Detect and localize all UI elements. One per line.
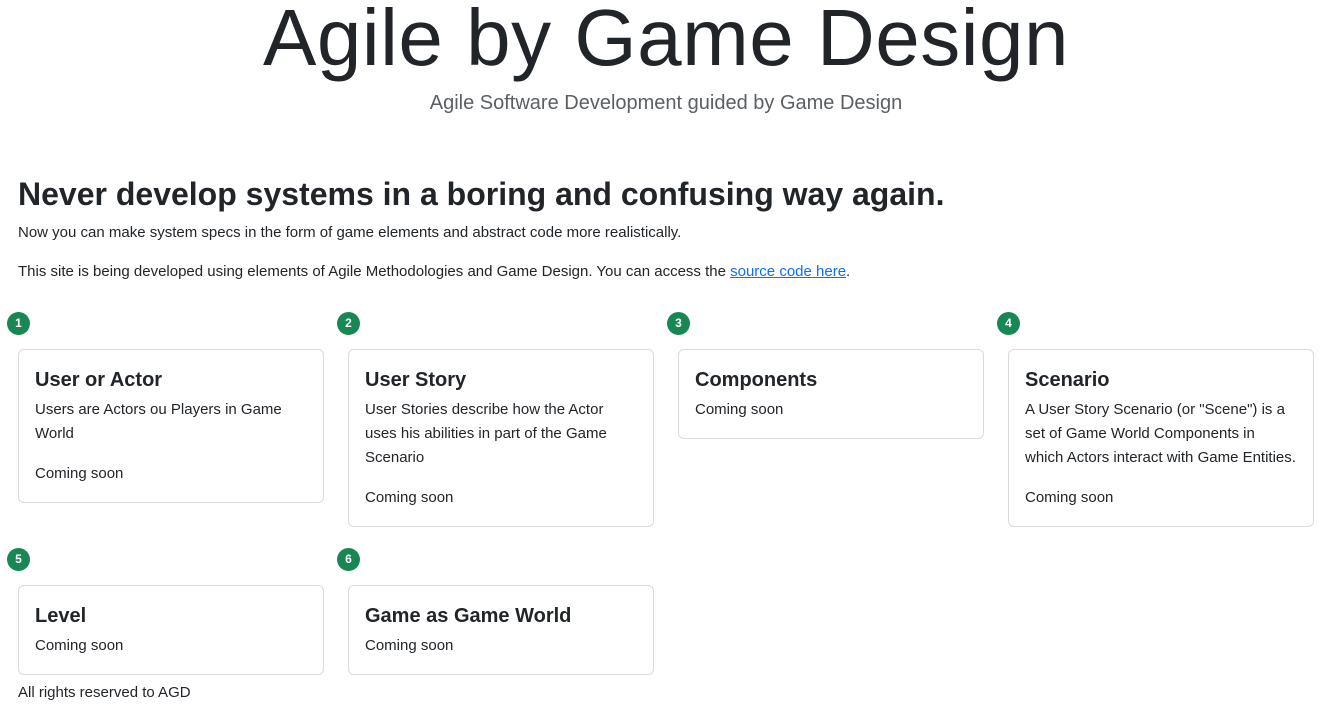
card-description: A User Story Scenario (or "Scene") is a … — [1025, 401, 1296, 466]
card-title: Components — [695, 369, 818, 391]
card-title: User Story — [365, 369, 467, 391]
card-game-world: Game as Game World Coming soon — [348, 585, 654, 675]
card-status: Coming soon — [365, 637, 454, 654]
intro-lead: Now you can make system specs in the for… — [18, 224, 682, 241]
site-subtitle: Agile Software Development guided by Gam… — [429, 92, 903, 114]
card-status: Coming soon — [695, 401, 784, 418]
card-title: Scenario — [1025, 369, 1110, 391]
card-scenario: Scenario A User Story Scenario (or "Scen… — [1008, 349, 1314, 527]
intro-info: This site is being developed using eleme… — [18, 262, 850, 282]
card-title: Level — [35, 605, 87, 627]
card-number-badge: 3 — [667, 312, 690, 335]
source-code-link[interactable]: source code here — [730, 263, 846, 280]
card-number-badge: 4 — [997, 312, 1020, 335]
card-level: Level Coming soon — [18, 585, 324, 675]
card-number-badge: 5 — [7, 548, 30, 571]
intro-info-suffix: . — [846, 263, 851, 280]
card-status: Coming soon — [35, 637, 124, 654]
card-title: User or Actor — [35, 369, 163, 391]
card-status: Coming soon — [35, 465, 124, 482]
intro-headline: Never develop systems in a boring and co… — [18, 176, 945, 212]
card-number-badge: 6 — [337, 548, 360, 571]
card-description: Users are Actors ou Players in Game Worl… — [35, 401, 282, 442]
card-components: Components Coming soon — [678, 349, 984, 439]
card-number-badge: 1 — [7, 312, 30, 335]
card-description: User Stories describe how the Actor uses… — [365, 401, 607, 466]
page: Agile by Game Design Agile Software Deve… — [0, 0, 1324, 725]
card-status: Coming soon — [1025, 489, 1114, 506]
footer-text: All rights reserved to AGD — [18, 684, 191, 701]
intro-info-text: This site is being developed using eleme… — [18, 263, 731, 280]
card-number-badge: 2 — [337, 312, 360, 335]
site-title: Agile by Game Design — [263, 0, 1069, 82]
card-title: Game as Game World — [365, 605, 572, 627]
card-status: Coming soon — [365, 489, 454, 506]
card-user-story: User Story User Stories describe how the… — [348, 349, 654, 527]
card-user-or-actor: User or Actor Users are Actors ou Player… — [18, 349, 324, 503]
